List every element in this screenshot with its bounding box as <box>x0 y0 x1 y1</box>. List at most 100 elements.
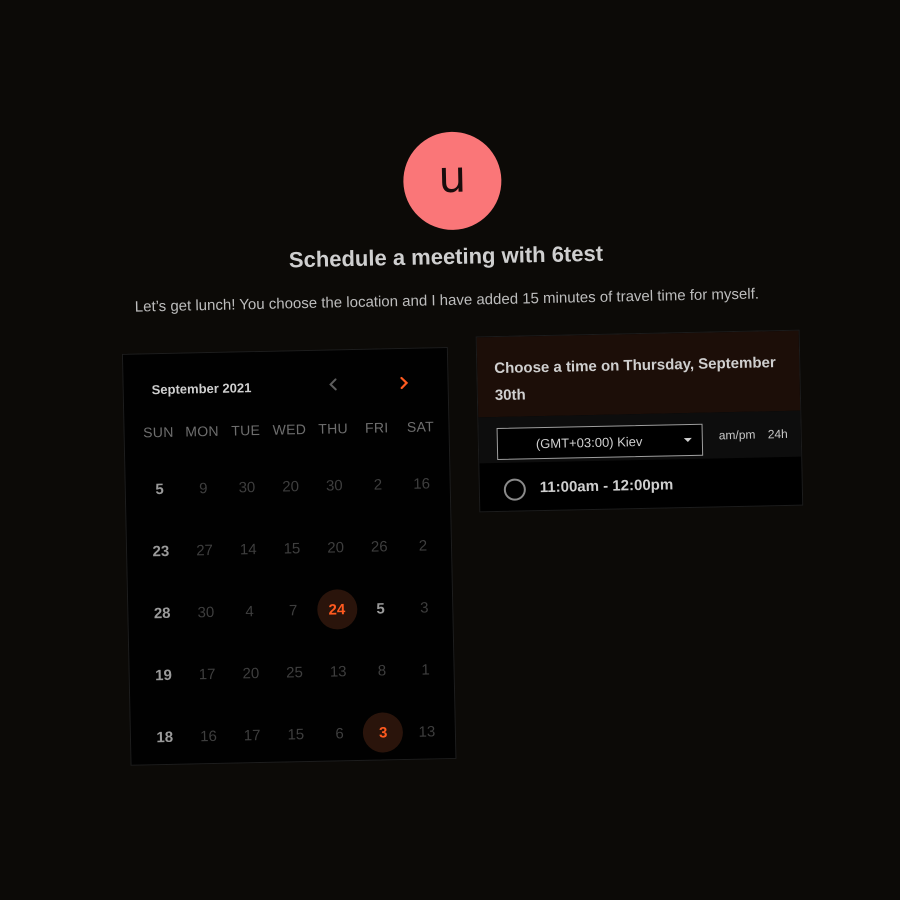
calendar-day: 8 <box>360 650 405 691</box>
calendar-day-available[interactable]: 24 <box>315 588 360 630</box>
calendar-day-number: 5 <box>376 599 385 618</box>
calendar-day: 17 <box>230 715 275 756</box>
calendar-day-number: 15 <box>287 725 305 743</box>
chevron-left-icon <box>329 378 337 391</box>
calendar-day: 2 <box>401 525 446 566</box>
calendar-day-number: 17 <box>243 726 261 744</box>
calendar-day-number: 24 <box>316 588 358 630</box>
calendar-day-number: 8 <box>377 661 387 680</box>
calendar-day-number: 20 <box>327 538 345 557</box>
time-panel-heading: Choose a time on Thursday, September 30t… <box>476 330 801 418</box>
scheduler-page: u Schedule a meeting with 6test Let’s ge… <box>0 0 900 900</box>
caret-down-icon <box>683 437 692 443</box>
calendar-day: 25 <box>272 652 317 693</box>
calendar-day-number: 20 <box>282 477 300 496</box>
weekday-header: SUN MON TUE WED THU FRI SAT <box>136 418 442 440</box>
date-picker-calendar: September 2021 SUN MON TUE WED THU FRI SAT 5 9 3… <box>121 347 457 768</box>
format-24h-toggle[interactable]: 24h <box>768 427 788 441</box>
calendar-day-number: 26 <box>370 537 388 556</box>
calendar-day: 6 <box>317 713 362 754</box>
calendar-day: 18 <box>143 717 188 758</box>
calendar-week-row: 19 17 20 25 13 8 1 <box>141 638 448 706</box>
calendar-day: 30 <box>312 465 357 506</box>
calendar-day-number: 28 <box>153 604 171 622</box>
time-slot-label: 11:00am - 12:00pm <box>539 476 674 497</box>
calendar-day-number: 1 <box>421 660 430 679</box>
calendar-day-number: 2 <box>373 475 383 494</box>
weekday-label: SAT <box>406 418 435 435</box>
calendar-day-number: 30 <box>325 476 343 495</box>
calendar-day-number: 2 <box>418 537 428 555</box>
avatar-initial: u <box>437 151 467 204</box>
calendar-day-number: 13 <box>329 662 347 681</box>
calendar-day: 20 <box>268 466 313 507</box>
calendar-day-number: 7 <box>288 601 298 619</box>
calendar-day: 30 <box>184 592 229 633</box>
weekday-label: TUE <box>231 421 261 439</box>
calendar-day-number: 13 <box>418 722 436 741</box>
calendar-week-row: 23 27 14 15 20 26 2 <box>138 514 445 582</box>
calendar-day: 17 <box>185 654 230 695</box>
calendar-day: 9 <box>181 468 226 509</box>
month-label: September 2021 <box>151 380 252 398</box>
calendar-day: 20 <box>313 527 358 568</box>
calendar-day: 27 <box>182 530 227 571</box>
next-month-button[interactable] <box>389 369 418 398</box>
calendar-day: 2 <box>356 464 401 505</box>
calendar-day-number: 14 <box>239 540 257 558</box>
calendar-day: 28 <box>140 593 185 634</box>
chevron-right-icon <box>400 376 409 390</box>
calendar-day-number: 27 <box>196 541 214 559</box>
weekday-label: FRI <box>364 419 389 436</box>
calendar-day: 3 <box>402 587 447 628</box>
calendar-day: 16 <box>399 463 444 504</box>
calendar-day-number: 23 <box>152 542 170 560</box>
calendar-day-number: 16 <box>199 727 217 745</box>
calendar-day: 4 <box>227 591 272 632</box>
weekday-label: SUN <box>143 423 174 441</box>
calendar-day: 30 <box>225 467 270 508</box>
calendar-day-number: 9 <box>198 479 208 497</box>
calendar-day: 7 <box>271 590 316 631</box>
calendar-day: 20 <box>229 653 274 694</box>
calendar-day-number: 20 <box>242 664 260 682</box>
calendar-day: 15 <box>270 528 315 569</box>
calendar-day: 26 <box>357 526 402 567</box>
calendar-day-number: 16 <box>413 474 431 493</box>
time-slot-option[interactable]: 11:00am - 12:00pm <box>479 457 802 514</box>
calendar-day: 15 <box>274 714 319 755</box>
format-ampm-toggle[interactable]: am/pm <box>719 428 756 443</box>
time-panel-controls: (GMT+03:00) Kiev am/pm 24h <box>478 410 802 464</box>
calendar-day: 1 <box>403 649 448 690</box>
calendar-day-number: 19 <box>154 666 173 684</box>
timezone-select[interactable]: (GMT+03:00) Kiev <box>496 423 704 461</box>
calendar-day-number: 15 <box>283 539 301 558</box>
calendar-day: 5 <box>358 588 403 629</box>
time-selection-panel: Choose a time on Thursday, September 30t… <box>475 329 804 514</box>
calendar-day-number: 3 <box>362 712 404 753</box>
calendar-day-number: 5 <box>155 480 164 498</box>
calendar-day: 14 <box>226 529 271 570</box>
weekday-label: THU <box>318 420 349 437</box>
calendar-day-number: 17 <box>198 665 216 683</box>
weekday-label: WED <box>272 421 307 438</box>
page-subtitle: Let’s get lunch! You choose the location… <box>134 285 760 316</box>
calendar-week-row: 18 16 17 15 6 3 13 <box>142 700 449 768</box>
calendar-day-available[interactable]: 3 <box>361 712 406 753</box>
calendar-day: 5 <box>137 469 182 510</box>
calendar-day-number: 25 <box>286 663 304 681</box>
calendar-day-number: 3 <box>419 598 429 617</box>
calendar-day: 23 <box>139 531 184 572</box>
page-title: Schedule a meeting with 6test <box>288 240 604 273</box>
calendar-day: 16 <box>186 716 231 757</box>
timezone-value: (GMT+03:00) Kiev <box>535 433 643 451</box>
weekday-label: MON <box>185 422 220 440</box>
calendar-week-row: 28 30 4 7 24 5 3 <box>140 576 447 644</box>
radio-button[interactable] <box>503 478 527 501</box>
calendar-header: September 2021 <box>123 348 448 417</box>
calendar-day-number: 18 <box>156 728 174 746</box>
calendar-day-grid: 5 9 30 20 30 2 16 23 27 14 15 20 26 2 28 30 4 7 24 5 3 19 17 20… <box>137 452 449 768</box>
previous-month-button[interactable] <box>319 370 348 399</box>
calendar-day: 19 <box>141 655 186 696</box>
calendar-day-number: 30 <box>238 478 256 496</box>
